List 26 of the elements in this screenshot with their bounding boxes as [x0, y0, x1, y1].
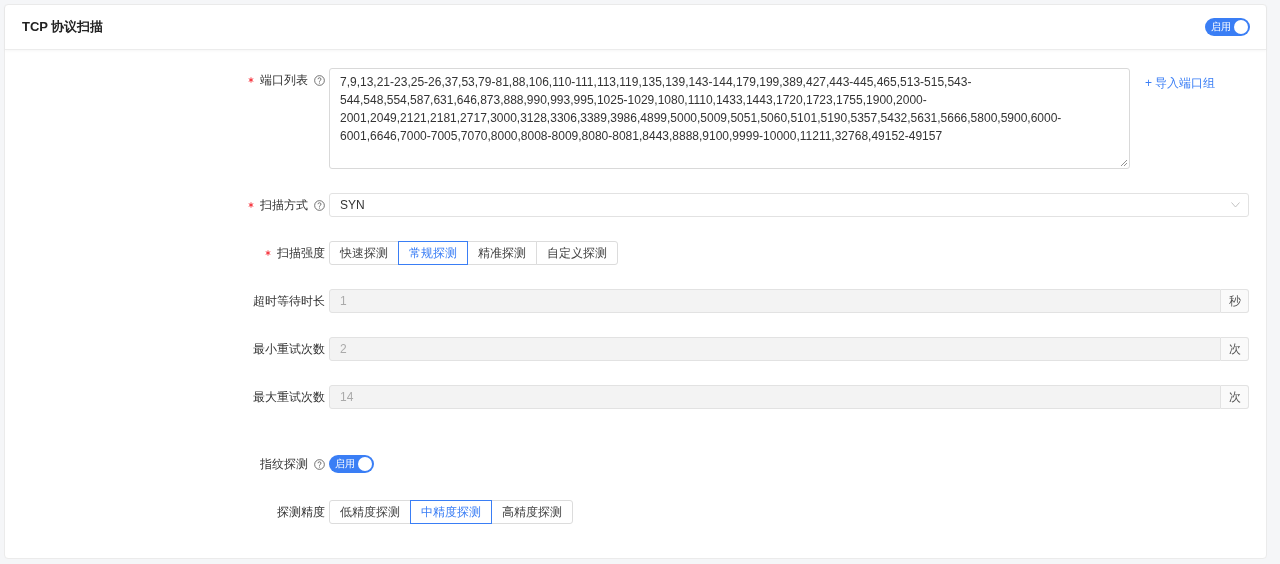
- unit-label: 次: [1221, 337, 1249, 361]
- segment-option[interactable]: 精准探测: [467, 241, 537, 265]
- field-label: 扫描方式: [260, 196, 308, 214]
- segment-option[interactable]: 低精度探测: [329, 500, 411, 524]
- field-label: 端口列表: [260, 71, 308, 89]
- field-label: 最小重试次数: [253, 340, 325, 358]
- field-label: 探测精度: [277, 503, 325, 521]
- toggle-switch[interactable]: 启用: [1205, 18, 1250, 36]
- resize-grip-icon[interactable]: [1120, 159, 1127, 166]
- field-label: 超时等待时长: [253, 292, 325, 310]
- chevron-down-icon: [1231, 202, 1240, 208]
- field-label: 最大重试次数: [253, 388, 325, 406]
- segment-option[interactable]: 快速探测: [329, 241, 399, 265]
- unit-label: 秒: [1221, 289, 1249, 313]
- field-label: 指纹探测: [260, 455, 308, 473]
- select-field[interactable]: SYN: [329, 193, 1249, 217]
- segment-option[interactable]: 中精度探测: [410, 500, 492, 524]
- unit-label: 次: [1221, 385, 1249, 409]
- segment-option[interactable]: 高精度探测: [491, 500, 573, 524]
- segment-option[interactable]: 常规探测: [398, 241, 468, 265]
- port-list-field[interactable]: 7,9,13,21-23,25-26,37,53,79-81,88,106,110-111,113,119,135,139,143-144,179,199,389,427,443-445,465,513-515,543-544,548,554,587,631,646,873,888,990,993,995,1025-1029,1080,1110,1433,1443,1720,1723,1755,1900,2000-2001,2049,2121,2181,2717,3000,3128,3306,3389,3986,4899,5000,5009,5051,5060,5101,5190,5357,5432,5631,5666,5800,5900,6000-6001,6646,7000-7005,7070,8000,8008-8009,8080-8081,8443,8888,9100,9999-10000,11211,32768,49152-49157: [329, 68, 1130, 169]
- field-label: 扫描强度: [277, 244, 325, 262]
- card-title: TCP 协议扫描: [22, 18, 104, 36]
- toggle-switch[interactable]: 启用: [329, 455, 374, 473]
- import-port-group-link[interactable]: + 导入端口组: [1145, 68, 1249, 92]
- segment-option[interactable]: 自定义探测: [536, 241, 618, 265]
